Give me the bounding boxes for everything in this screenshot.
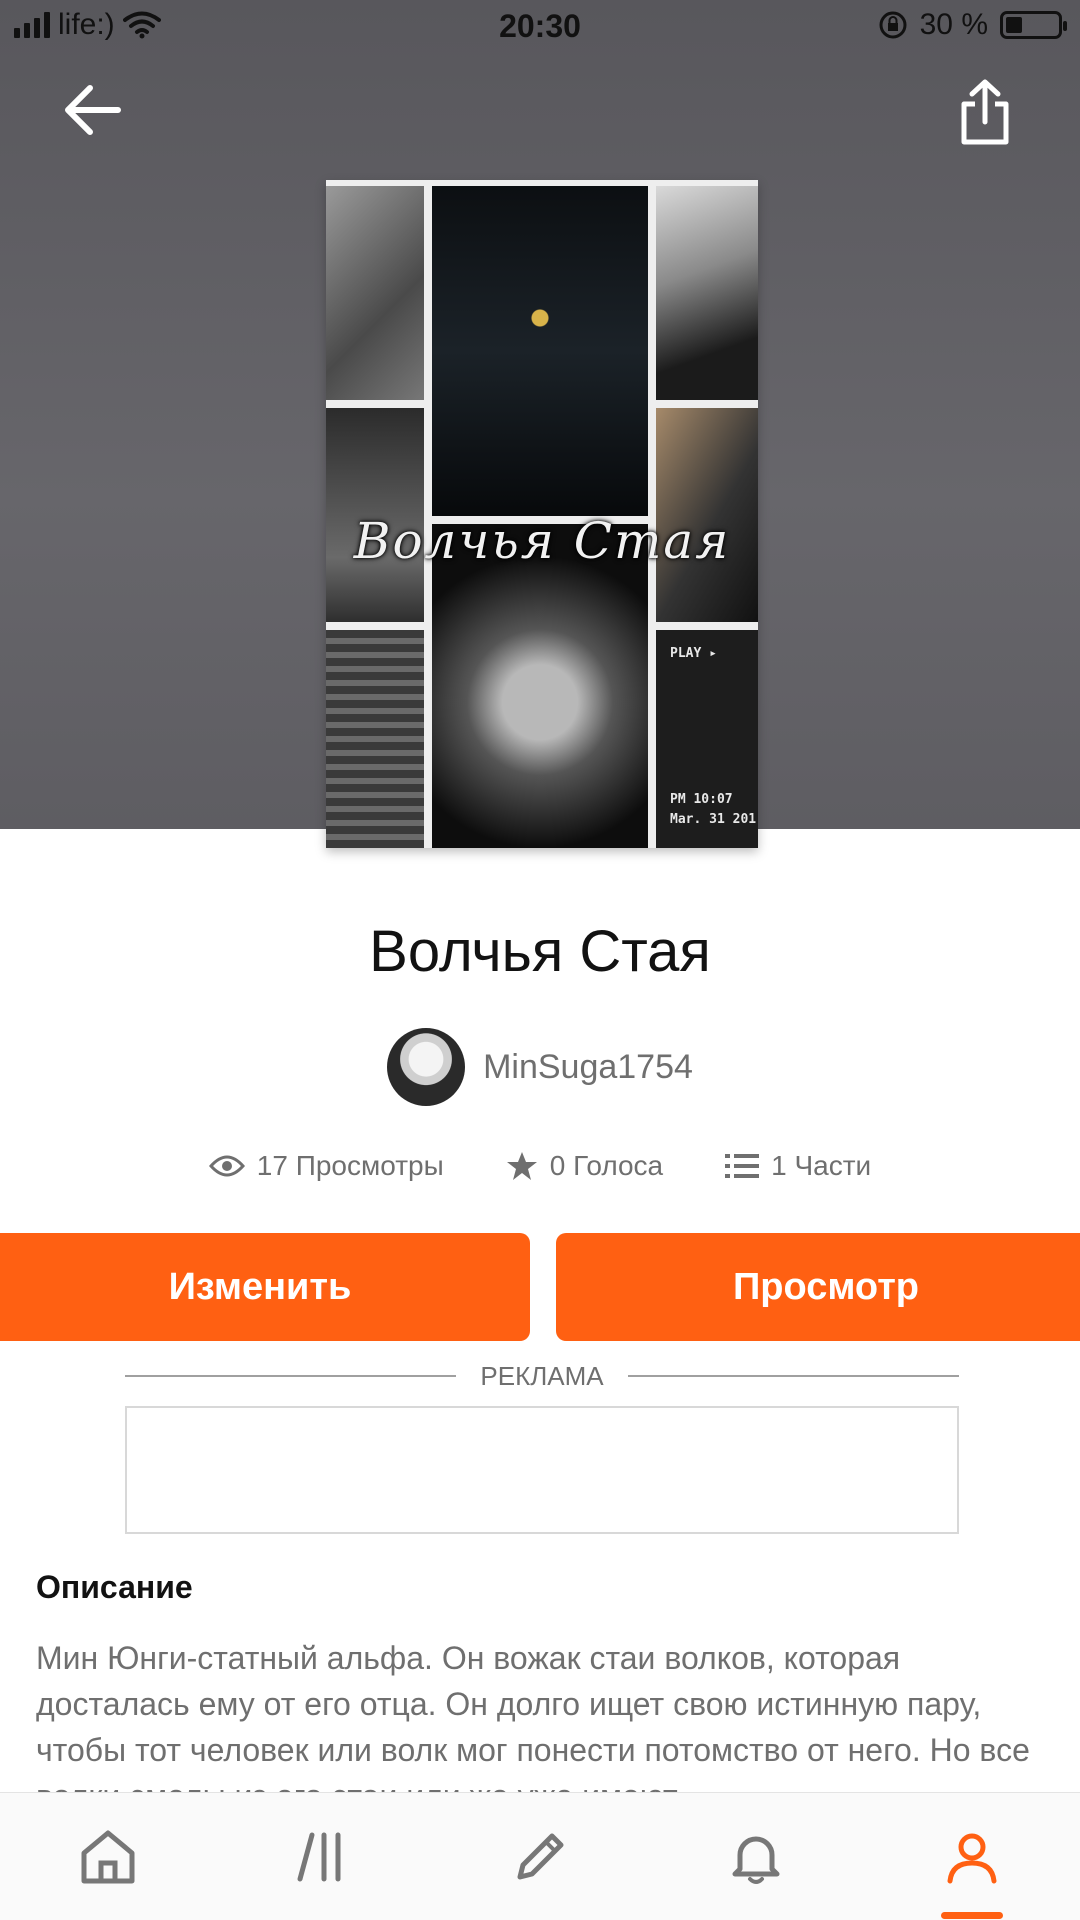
description-title: Описание [36, 1569, 193, 1605]
tab-write[interactable] [480, 1807, 600, 1907]
status-bar: life:) 20:30 30 % [0, 0, 1080, 54]
tab-profile[interactable] [912, 1807, 1032, 1919]
bell-icon [732, 1836, 780, 1884]
cover-tile [326, 630, 424, 848]
active-tab-indicator [941, 1911, 1003, 1919]
edit-button[interactable]: Изменить [0, 1233, 530, 1341]
divider [125, 1375, 457, 1377]
cover-tile [326, 186, 424, 400]
cover-date-text: Mar. 31 201 [670, 812, 757, 827]
author-row[interactable]: MinSuga1754 [0, 1028, 1080, 1106]
list-icon [725, 1154, 760, 1178]
divider [627, 1375, 960, 1377]
battery-icon [1000, 11, 1067, 39]
story-stats: 17 Просмотры 0 Голоса 1 Части [0, 1150, 1080, 1182]
share-icon [961, 79, 1009, 145]
tab-home[interactable] [48, 1807, 168, 1907]
views-stat: 17 Просмотры [208, 1150, 444, 1182]
author-avatar[interactable] [387, 1028, 466, 1106]
back-button[interactable] [58, 80, 128, 140]
book-title: Волчья Стая [369, 919, 711, 984]
author-name[interactable]: MinSuga1754 [483, 1048, 693, 1087]
bottom-tab-bar [0, 1792, 1080, 1920]
description-text: Мин Юнги-статный альфа. Он вожак стаи во… [36, 1640, 1030, 1795]
view-button[interactable]: Просмотр [556, 1233, 1080, 1341]
back-arrow-icon [65, 85, 121, 135]
share-button[interactable] [955, 78, 1015, 148]
parts-count: 1 Части [771, 1150, 872, 1181]
tab-notifications[interactable] [696, 1807, 816, 1907]
rotation-lock-icon [879, 11, 907, 39]
eye-icon [208, 1155, 245, 1177]
views-count: 17 Просмотры [256, 1150, 444, 1181]
star-icon [506, 1152, 537, 1180]
profile-icon [947, 1833, 997, 1883]
parts-stat: 1 Части [725, 1150, 871, 1182]
status-right: 30 % [878, 8, 1067, 42]
home-icon [81, 1830, 135, 1883]
cover-tile [432, 524, 648, 848]
cover-tile [432, 186, 648, 516]
votes-count: 0 Голоса [549, 1150, 664, 1181]
votes-stat: 0 Голоса [506, 1150, 663, 1182]
cover-time-text: PM 10:07 [670, 792, 733, 807]
ad-banner[interactable] [125, 1406, 959, 1534]
battery-percent: 30 % [919, 8, 988, 41]
ad-label: РЕКЛАМА [480, 1360, 604, 1391]
ad-label-row: РЕКЛАМА [125, 1358, 960, 1394]
tab-library[interactable] [264, 1807, 384, 1907]
cover-title: Волчья Стая [353, 512, 731, 570]
book-cover[interactable]: PLAY ▸ PM 10:07 Mar. 31 201 Волчья Стая [326, 180, 758, 848]
pencil-icon [517, 1833, 564, 1879]
cover-tile [656, 186, 758, 400]
library-icon [297, 1832, 341, 1881]
cover-play-text: PLAY ▸ [670, 646, 717, 661]
